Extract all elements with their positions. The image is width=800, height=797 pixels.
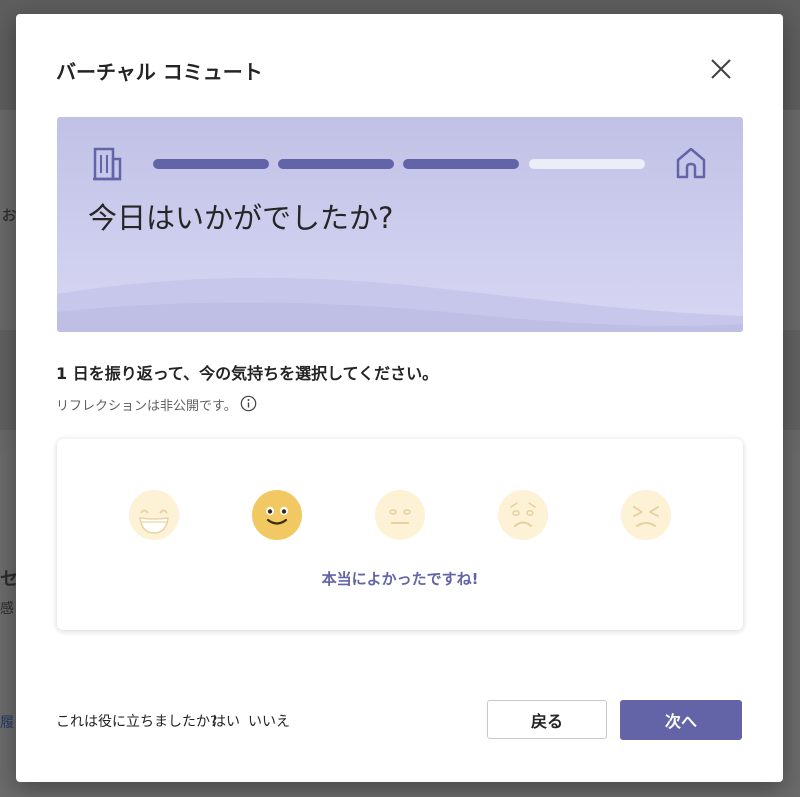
- mood-prompt: 1 日を振り返って、今の気持ちを選択してください。: [56, 364, 439, 383]
- back-button[interactable]: 戻る: [487, 700, 607, 739]
- neutral-face-icon[interactable]: [374, 489, 426, 541]
- frustrated-face-icon[interactable]: [620, 489, 672, 541]
- mood-response-label: 本当によかったですね!: [321, 570, 479, 588]
- building-icon: [93, 147, 122, 181]
- sad-face-icon[interactable]: [497, 489, 549, 541]
- feedback-question: これは役に立ちましたか?: [56, 714, 218, 730]
- close-button[interactable]: [706, 54, 736, 84]
- progress-segment: [153, 159, 269, 169]
- progress-segment: [529, 159, 645, 169]
- smiling-face-icon[interactable]: [251, 489, 303, 541]
- close-icon: [711, 59, 731, 79]
- background-text: 履: [0, 714, 14, 730]
- dialog-title: バーチャル コミュート: [56, 60, 263, 84]
- progress-segment: [278, 159, 394, 169]
- banner-heading: 今日はいかがでしたか?: [88, 201, 394, 235]
- home-icon: [676, 147, 706, 179]
- banner-wave-decoration: [57, 277, 743, 332]
- privacy-note: リフレクションは非公開です。: [56, 399, 237, 414]
- reflection-banner: 今日はいかがでしたか?: [57, 117, 743, 332]
- progress-segment: [403, 159, 519, 169]
- next-button[interactable]: 次へ: [620, 700, 742, 740]
- commute-progress: [153, 159, 645, 169]
- feedback-no-link[interactable]: いいえ: [248, 711, 290, 731]
- feedback-yes-link[interactable]: はい: [212, 711, 240, 731]
- grinning-face-icon[interactable]: [128, 489, 180, 541]
- mood-selector: 本当によかったですね!: [57, 439, 743, 630]
- virtual-commute-dialog: バーチャル コミュート 今日はいかがでしたか? 1 日を振り返って、今の気持ちを…: [16, 14, 783, 782]
- info-icon[interactable]: [240, 395, 257, 412]
